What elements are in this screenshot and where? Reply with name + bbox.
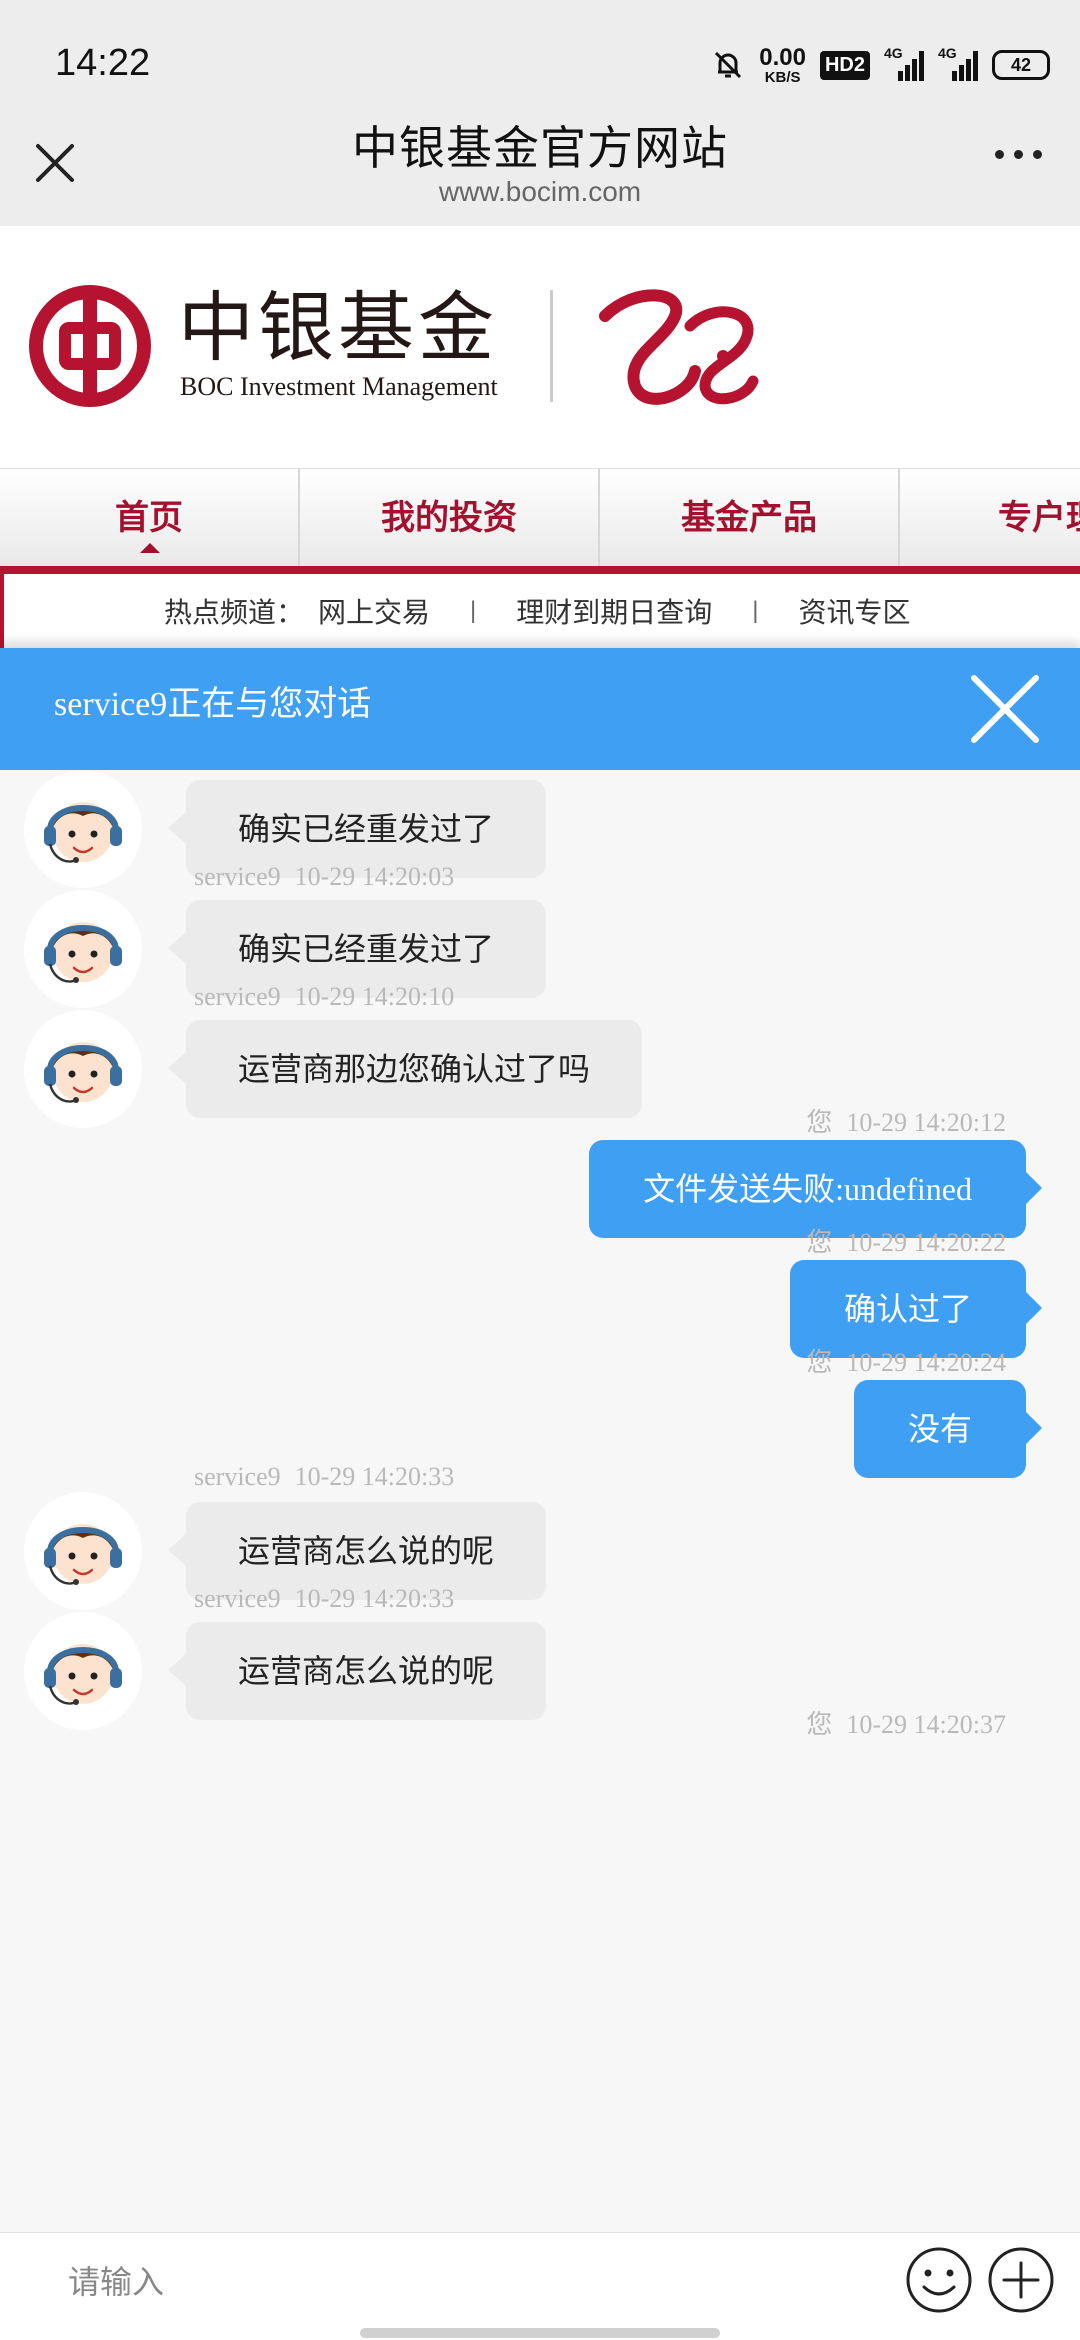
hot-link-online-trading[interactable]: 网上交易 (318, 591, 430, 631)
anniversary-emblem-icon (599, 289, 759, 405)
agent-avatar (24, 1010, 142, 1128)
message-time: 10-29 14:20:10 (294, 982, 455, 1011)
hot-link-maturity-query[interactable]: 理财到期日查询 (516, 591, 712, 631)
status-bar: 14:22 0.00 KB/S HD2 4G 4G 42 (0, 0, 1080, 120)
message-time: 10-29 14:20:33 (294, 1462, 455, 1491)
status-icons: 0.00 KB/S HD2 4G 4G 42 (711, 40, 1050, 90)
battery-level: 42 (1010, 54, 1032, 75)
smiley-icon[interactable] (904, 2245, 974, 2315)
page-title: 中银基金官方网站 (352, 122, 728, 174)
chat-title: service9正在与您对话 (54, 686, 372, 723)
message-time: 10-29 14:20:03 (294, 862, 455, 891)
agent-message-bubble: 运营商怎么说的呢 (167, 1622, 547, 1720)
boc-emblem-icon (29, 285, 151, 407)
nav-item-private-account[interactable]: 专户理 (900, 469, 1080, 566)
agent-avatar (24, 890, 142, 1008)
message-sender: service9 (194, 862, 281, 891)
nav-item-my-investment[interactable]: 我的投资 (300, 469, 600, 566)
signal-type-label: 4G (884, 45, 903, 61)
hd-badge: HD2 (819, 50, 870, 80)
logo-divider (550, 290, 553, 402)
chat-close-icon[interactable] (968, 672, 1042, 746)
mute-bell-icon (715, 51, 742, 79)
nav-accent-line (0, 566, 1080, 574)
boc-logo[interactable]: 中银基金 BOC Investment Management (28, 284, 498, 408)
message-timestamp: 您 10-29 14:20:22 (806, 1222, 1020, 1259)
message-timestamp: service9 10-29 14:20:33 (194, 1462, 468, 1492)
chat-header: service9正在与您对话 (0, 648, 1080, 770)
logo-en-text: BOC Investment Management (180, 372, 498, 401)
nav-item-home[interactable]: 首页 (0, 469, 300, 566)
main-nav: 首页 我的投资 基金产品 专户理 (0, 468, 1080, 566)
agent-avatar (24, 1612, 142, 1730)
chat-input-bar (0, 2232, 1080, 2340)
message-sender: service9 (194, 1584, 281, 1613)
message-time: 10-29 14:20:33 (294, 1584, 455, 1613)
hot-channel-bar: 热点频道： 网上交易 | 理财到期日查询 | 资讯专区 (0, 574, 1080, 648)
message-sender: 您 (806, 1348, 833, 1377)
message-input[interactable] (40, 2247, 880, 2317)
net-speed-indicator: 0.00 KB/S (759, 43, 806, 86)
agent-avatar (24, 770, 142, 888)
site-header: 中银基金 BOC Investment Management (0, 226, 1080, 471)
hot-separator: | (470, 597, 477, 624)
page-url: www.bocim.com (438, 176, 642, 207)
message-sender: 您 (806, 1228, 833, 1257)
more-menu-icon[interactable] (995, 150, 1042, 159)
message-timestamp: service9 10-29 14:20:33 (194, 1584, 468, 1614)
message-time: 10-29 14:20:12 (846, 1108, 1006, 1137)
message-time: 10-29 14:20:22 (846, 1228, 1006, 1257)
message-sender: service9 (194, 982, 281, 1011)
message-sender: 您 (806, 1710, 833, 1739)
message-timestamp: 您 10-29 14:20:12 (806, 1102, 1020, 1139)
net-speed-value: 0.00 (759, 43, 806, 71)
message-time: 10-29 14:20:37 (846, 1710, 1006, 1739)
home-indicator[interactable] (360, 2328, 720, 2338)
hot-separator: | (752, 597, 759, 624)
message-time: 10-29 14:20:24 (846, 1348, 1006, 1377)
signal-icon-2: 4G (938, 45, 978, 81)
chat-message-list[interactable]: 确实已经重发过了 service9 10-29 14:20:03 确实已经重发过了 se… (0, 770, 1080, 2232)
signal-type-label-2: 4G (938, 45, 957, 61)
browser-title-bar: 中银基金官方网站 www.bocim.com (0, 120, 1080, 226)
hot-channel-label: 热点频道： (164, 597, 305, 628)
plus-icon[interactable] (986, 2245, 1056, 2315)
message-timestamp: service9 10-29 14:20:03 (194, 862, 468, 892)
message-timestamp: 您 10-29 14:20:37 (806, 1704, 1020, 1741)
net-speed-unit: KB/S (764, 68, 801, 86)
message-timestamp: service9 10-29 14:20:10 (194, 982, 468, 1012)
logo-cn-text: 中银基金 (178, 283, 498, 372)
nav-item-fund-products[interactable]: 基金产品 (600, 469, 900, 566)
message-timestamp: 您 10-29 14:20:24 (806, 1342, 1020, 1379)
message-sender: service9 (194, 1462, 281, 1491)
battery-icon: 42 (992, 50, 1050, 80)
signal-icon: 4G (884, 45, 924, 81)
agent-message-bubble: 运营商那边您确认过了吗 (167, 1020, 643, 1118)
status-time: 14:22 (55, 42, 151, 84)
hot-link-news[interactable]: 资讯专区 (799, 591, 911, 631)
agent-avatar (24, 1492, 142, 1610)
message-sender: 您 (806, 1108, 833, 1137)
user-message-bubble: 没有 (853, 1380, 1043, 1478)
